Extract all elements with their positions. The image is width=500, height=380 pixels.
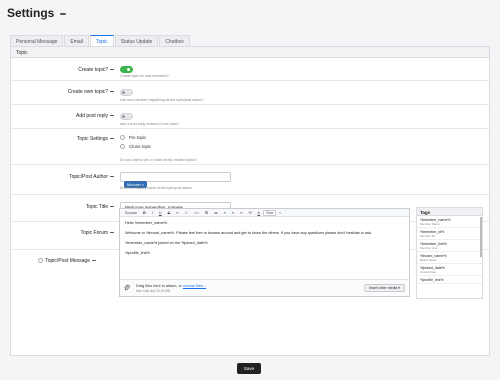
close-topic-label: Close topic — [129, 144, 152, 149]
editor-content[interactable]: Hello %member_name%, Welcome to %board_n… — [120, 217, 409, 265]
more-icon[interactable]: ▪ — [276, 211, 283, 215]
add-post-reply-toggle[interactable] — [120, 113, 133, 120]
help-badge — [110, 138, 114, 140]
drop-text-label: Drag files here to attach, or — [136, 284, 182, 288]
editor-line: Welcome to %board_name%. Please feel fre… — [125, 231, 372, 235]
tag-item[interactable]: %joined_date% Joined Date — [417, 264, 482, 276]
row-topic-settings: Topic Settings Pin topic Close topic Do … — [11, 129, 489, 165]
list-icon[interactable]: ≔ — [211, 210, 221, 215]
underline-button[interactable]: U — [156, 211, 165, 215]
close-topic-option[interactable]: Close topic — [120, 144, 151, 149]
topic-author-input[interactable]: Michael × — [120, 172, 231, 188]
row-create-own-topic: Create own topic? Use new member registe… — [11, 81, 489, 105]
pin-topic-label: Pin topic — [129, 135, 147, 140]
topic-author-label: Topic/Post Author — [69, 174, 114, 180]
topic-settings-options: Pin topic Close topic — [120, 135, 151, 153]
tag-desc: Member Link — [420, 245, 438, 250]
paperclip-icon — [124, 284, 130, 291]
create-topic-toggle[interactable] — [120, 66, 133, 73]
row-create-topic: Create topic? Create topic for new membe… — [11, 59, 489, 81]
create-topic-label-text: Create topic? — [78, 67, 108, 73]
source-button[interactable]: Source — [122, 211, 140, 215]
editor-line: %profile_link% — [125, 251, 150, 255]
topic-settings-label-text: Topic Settings — [76, 136, 108, 142]
tag-desc: Board Name — [420, 257, 437, 262]
topic-message-label: Topic/Post Message — [38, 258, 96, 264]
table-icon[interactable]: ⊞ — [202, 210, 211, 215]
row-topic-author: Topic/Post Author Michael × Enter the di… — [11, 165, 489, 195]
code-icon[interactable]: <> — [191, 211, 201, 215]
create-own-topic-hint: Use new member registering as the topic/… — [120, 98, 205, 102]
pin-topic-option[interactable]: Pin topic — [120, 135, 151, 140]
tag-desc: Member ID — [420, 233, 435, 238]
bold-button[interactable]: B — [140, 211, 149, 215]
save-button[interactable]: Save — [237, 363, 261, 374]
editor-line: %member_name% joined on the %joined_date… — [125, 241, 209, 245]
editor-toolbar: Source B I U S ≡ ☺ <> ⊞ ≔ ≡ ≡ ≡ ⟲ A Size… — [120, 209, 409, 217]
font-color-icon[interactable]: A — [255, 211, 264, 215]
tags-title: Tags — [417, 208, 482, 216]
help-badge — [110, 206, 114, 208]
topic-author-hint: Enter the display name of the topic/post… — [120, 186, 194, 190]
topic-message-toggle[interactable] — [38, 258, 44, 264]
tag-desc: Member Name — [420, 221, 440, 226]
editor-line: Hello %member_name%, — [125, 221, 169, 225]
create-own-topic-label-text: Create own topic? — [67, 89, 108, 95]
insert-media-button[interactable]: Insert other media ▾ — [364, 284, 405, 292]
add-post-reply-label: Add post reply — [76, 113, 114, 119]
message-editor[interactable]: Source B I U S ≡ ☺ <> ⊞ ≔ ≡ ≡ ≡ ⟲ A Size… — [119, 208, 410, 297]
page-title: Settings — [7, 6, 66, 20]
attachment-dropzone[interactable]: Drag files here to attach, or choose fil… — [120, 279, 409, 296]
align-left-icon[interactable]: ≡ — [221, 211, 229, 215]
drop-text: Drag files here to attach, or choose fil… — [136, 284, 206, 288]
close-topic-radio[interactable] — [120, 144, 125, 149]
font-size-select[interactable]: Size — [263, 209, 277, 216]
title-badge — [59, 12, 66, 15]
help-badge — [92, 260, 96, 262]
topic-settings-label: Topic Settings — [77, 136, 114, 142]
page-title-text: Settings — [7, 6, 55, 20]
strike-button[interactable]: S — [165, 211, 174, 215]
tags-panel: Tags %member_name% Member Name %member_id… — [416, 207, 483, 299]
pin-topic-radio[interactable] — [120, 135, 125, 140]
add-post-reply-label-text: Add post reply — [76, 113, 108, 119]
tag-name: %profile_link% — [420, 277, 444, 282]
topic-settings-panel: Topic Create topic? Create topic for new… — [10, 46, 490, 356]
tag-desc: Joined Date — [420, 269, 437, 274]
tags-scrollbar[interactable] — [480, 217, 482, 257]
choose-files-link[interactable]: choose files... — [183, 284, 206, 288]
tag-item[interactable]: %member_name% Member Name — [417, 216, 482, 228]
help-badge — [110, 91, 114, 93]
tag-item[interactable]: %member_link% Member Link — [417, 240, 482, 252]
max-size-text: Max total size 10.00 MB — [136, 289, 171, 293]
help-badge — [110, 69, 114, 71]
create-topic-label: Create topic? — [78, 67, 114, 73]
topic-settings-hint: Do you want to pin or close newly create… — [120, 158, 197, 162]
tag-item[interactable]: %member_id% Member ID — [417, 228, 482, 240]
create-own-topic-toggle[interactable] — [120, 89, 133, 96]
undo-icon[interactable]: ⟲ — [245, 210, 254, 215]
topic-forum-label: Topic Forum — [80, 230, 114, 236]
help-badge — [110, 176, 114, 178]
tag-item[interactable]: %profile_link% — [417, 276, 482, 284]
row-add-post-reply: Add post reply Add a post reply instead … — [11, 105, 489, 129]
create-topic-hint: Create topic for new members? — [120, 74, 169, 78]
tag-item[interactable]: %board_name% Board Name — [417, 252, 482, 264]
help-badge — [110, 232, 114, 234]
topic-forum-label-text: Topic Forum — [80, 230, 108, 236]
create-own-topic-label: Create own topic? — [68, 89, 114, 95]
align-right-icon[interactable]: ≡ — [237, 211, 245, 215]
topic-message-label-text: Topic/Post Message — [45, 258, 90, 264]
topic-author-label-text: Topic/Post Author — [69, 174, 108, 180]
align-icon[interactable]: ≡ — [173, 211, 181, 215]
help-badge — [110, 115, 114, 117]
italic-button[interactable]: I — [149, 211, 156, 215]
add-post-reply-hint: Add a post reply instead of new topic? — [120, 122, 180, 126]
topic-title-label: Topic Title — [86, 204, 114, 210]
align-center-icon[interactable]: ≡ — [229, 211, 237, 215]
section-title: Topic — [11, 47, 489, 58]
emoji-icon[interactable]: ☺ — [181, 211, 191, 215]
topic-title-label-text: Topic Title — [85, 204, 108, 210]
